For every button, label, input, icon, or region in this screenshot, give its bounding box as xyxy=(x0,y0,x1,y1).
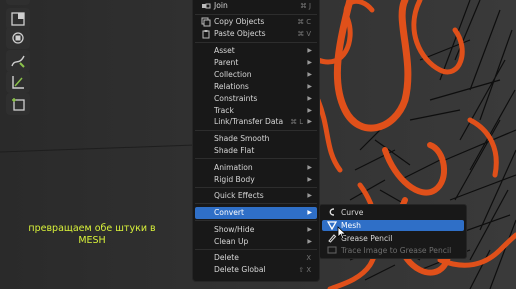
menu-item-link-transfer-data[interactable]: Link/Transfer Data ⌘ L ▶ xyxy=(195,116,317,128)
menu-item-relations[interactable]: Relations ▶ xyxy=(195,81,317,93)
menu-item-label: Delete xyxy=(214,253,239,262)
object-context-menu: Join ⌘ J Copy Objects ⌘ C Paste Objects … xyxy=(192,0,320,282)
menu-item-shortcut: ⌘ J xyxy=(300,2,311,10)
menu-item-label: Animation xyxy=(214,163,253,172)
menu-item-shortcut: X xyxy=(306,254,311,262)
submenu-item-label: Curve xyxy=(341,208,364,217)
menu-item-shortcut: ⌘ L xyxy=(290,118,303,126)
menu-item-label: Show/Hide xyxy=(214,225,255,234)
submenu-arrow-icon: ▶ xyxy=(307,226,312,233)
menu-separator xyxy=(195,130,317,131)
menu-item-label: Join xyxy=(214,1,228,10)
menu-separator xyxy=(195,14,317,15)
menu-item-label: Rigid Body xyxy=(214,175,255,184)
menu-item-constraints[interactable]: Constraints ▶ xyxy=(195,93,317,105)
submenu-arrow-icon: ▶ xyxy=(307,83,312,90)
menu-item-asset[interactable]: Asset ▶ xyxy=(195,45,317,57)
menu-item-label: Copy Objects xyxy=(214,17,265,26)
menu-item-label: Asset xyxy=(214,46,235,55)
submenu-arrow-icon: ▶ xyxy=(307,47,312,54)
submenu-arrow-icon: ▶ xyxy=(307,59,312,66)
menu-item-label: Shade Flat xyxy=(214,146,255,155)
menu-separator xyxy=(195,187,317,188)
copy-icon xyxy=(201,17,211,27)
submenu-arrow-icon: ▶ xyxy=(307,209,312,216)
mouse-cursor-icon xyxy=(337,226,347,240)
submenu-arrow-icon: ▶ xyxy=(307,238,312,245)
menu-item-label: Constraints xyxy=(214,94,258,103)
add-cube-icon[interactable] xyxy=(6,93,30,115)
submenu-arrow-icon: ▶ xyxy=(307,192,312,199)
menu-item-quick-effects[interactable]: Quick Effects ▶ xyxy=(195,190,317,202)
grease-pencil-icon xyxy=(328,234,337,243)
mesh-icon xyxy=(327,221,337,230)
join-icon xyxy=(202,3,211,9)
submenu-arrow-icon: ▶ xyxy=(307,95,312,102)
menu-item-animation[interactable]: Animation ▶ xyxy=(195,162,317,174)
menu-item-clean-up[interactable]: Clean Up ▶ xyxy=(195,236,317,248)
subtitle-caption: превращаем обе штуки в MESH xyxy=(22,223,162,247)
menu-item-label: Collection xyxy=(214,70,252,79)
transform-icon[interactable] xyxy=(6,27,30,49)
menu-item-label: Parent xyxy=(214,58,239,67)
curve-icon xyxy=(329,208,335,216)
menu-item-join[interactable]: Join ⌘ J xyxy=(195,0,317,12)
trace-icon xyxy=(327,246,337,254)
subtitle-line-2: MESH xyxy=(78,235,106,246)
menu-item-shortcut: ⌘ V xyxy=(297,30,311,38)
submenu-item-trace-image[interactable]: Trace Image to Grease Pencil xyxy=(322,245,464,256)
menu-item-shade-flat[interactable]: Shade Flat xyxy=(195,145,317,157)
menu-separator xyxy=(195,158,317,159)
menu-item-shade-smooth[interactable]: Shade Smooth xyxy=(195,133,317,145)
menu-item-label: Delete Global xyxy=(214,265,266,274)
submenu-item-label: Grease Pencil xyxy=(341,234,393,243)
paste-icon xyxy=(202,30,210,39)
submenu-item-curve[interactable]: Curve xyxy=(322,207,464,218)
menu-item-shortcut: ⇧ X xyxy=(298,266,311,274)
menu-item-parent[interactable]: Parent ▶ xyxy=(195,57,317,69)
menu-item-rigid-body[interactable]: Rigid Body ▶ xyxy=(195,174,317,186)
submenu-arrow-icon: ▶ xyxy=(307,118,312,125)
menu-item-paste-objects[interactable]: Paste Objects ⌘ V xyxy=(195,28,317,40)
menu-item-label: Clean Up xyxy=(214,237,249,246)
subtitle-line-1: превращаем обе штуки в xyxy=(28,223,156,234)
menu-separator xyxy=(195,203,317,204)
submenu-arrow-icon: ▶ xyxy=(307,164,312,171)
menu-item-delete-global[interactable]: Delete Global ⇧ X xyxy=(195,264,317,276)
menu-item-collection[interactable]: Collection ▶ xyxy=(195,69,317,81)
menu-separator xyxy=(195,220,317,221)
menu-item-delete[interactable]: Delete X xyxy=(195,252,317,264)
measure-icon[interactable] xyxy=(6,71,30,93)
menu-item-shortcut: ⌘ C xyxy=(297,18,311,26)
annotate-icon[interactable] xyxy=(6,50,30,72)
menu-item-label: Quick Effects xyxy=(214,191,264,200)
menu-item-copy-objects[interactable]: Copy Objects ⌘ C xyxy=(195,16,317,28)
menu-item-label: Paste Objects xyxy=(214,29,266,38)
menu-item-convert[interactable]: Convert ▶ xyxy=(195,207,317,219)
menu-item-label: Relations xyxy=(214,82,249,91)
menu-item-label: Convert xyxy=(214,208,245,217)
submenu-arrow-icon: ▶ xyxy=(307,176,312,183)
tool-top-stub[interactable] xyxy=(6,0,30,5)
menu-item-show-hide[interactable]: Show/Hide ▶ xyxy=(195,224,317,236)
menu-item-label: Link/Transfer Data xyxy=(214,117,284,126)
submenu-item-label: Trace Image to Grease Pencil xyxy=(341,246,452,255)
menu-separator xyxy=(195,42,317,43)
menu-item-label: Shade Smooth xyxy=(214,134,270,143)
menu-separator xyxy=(195,249,317,250)
submenu-arrow-icon: ▶ xyxy=(307,71,312,78)
